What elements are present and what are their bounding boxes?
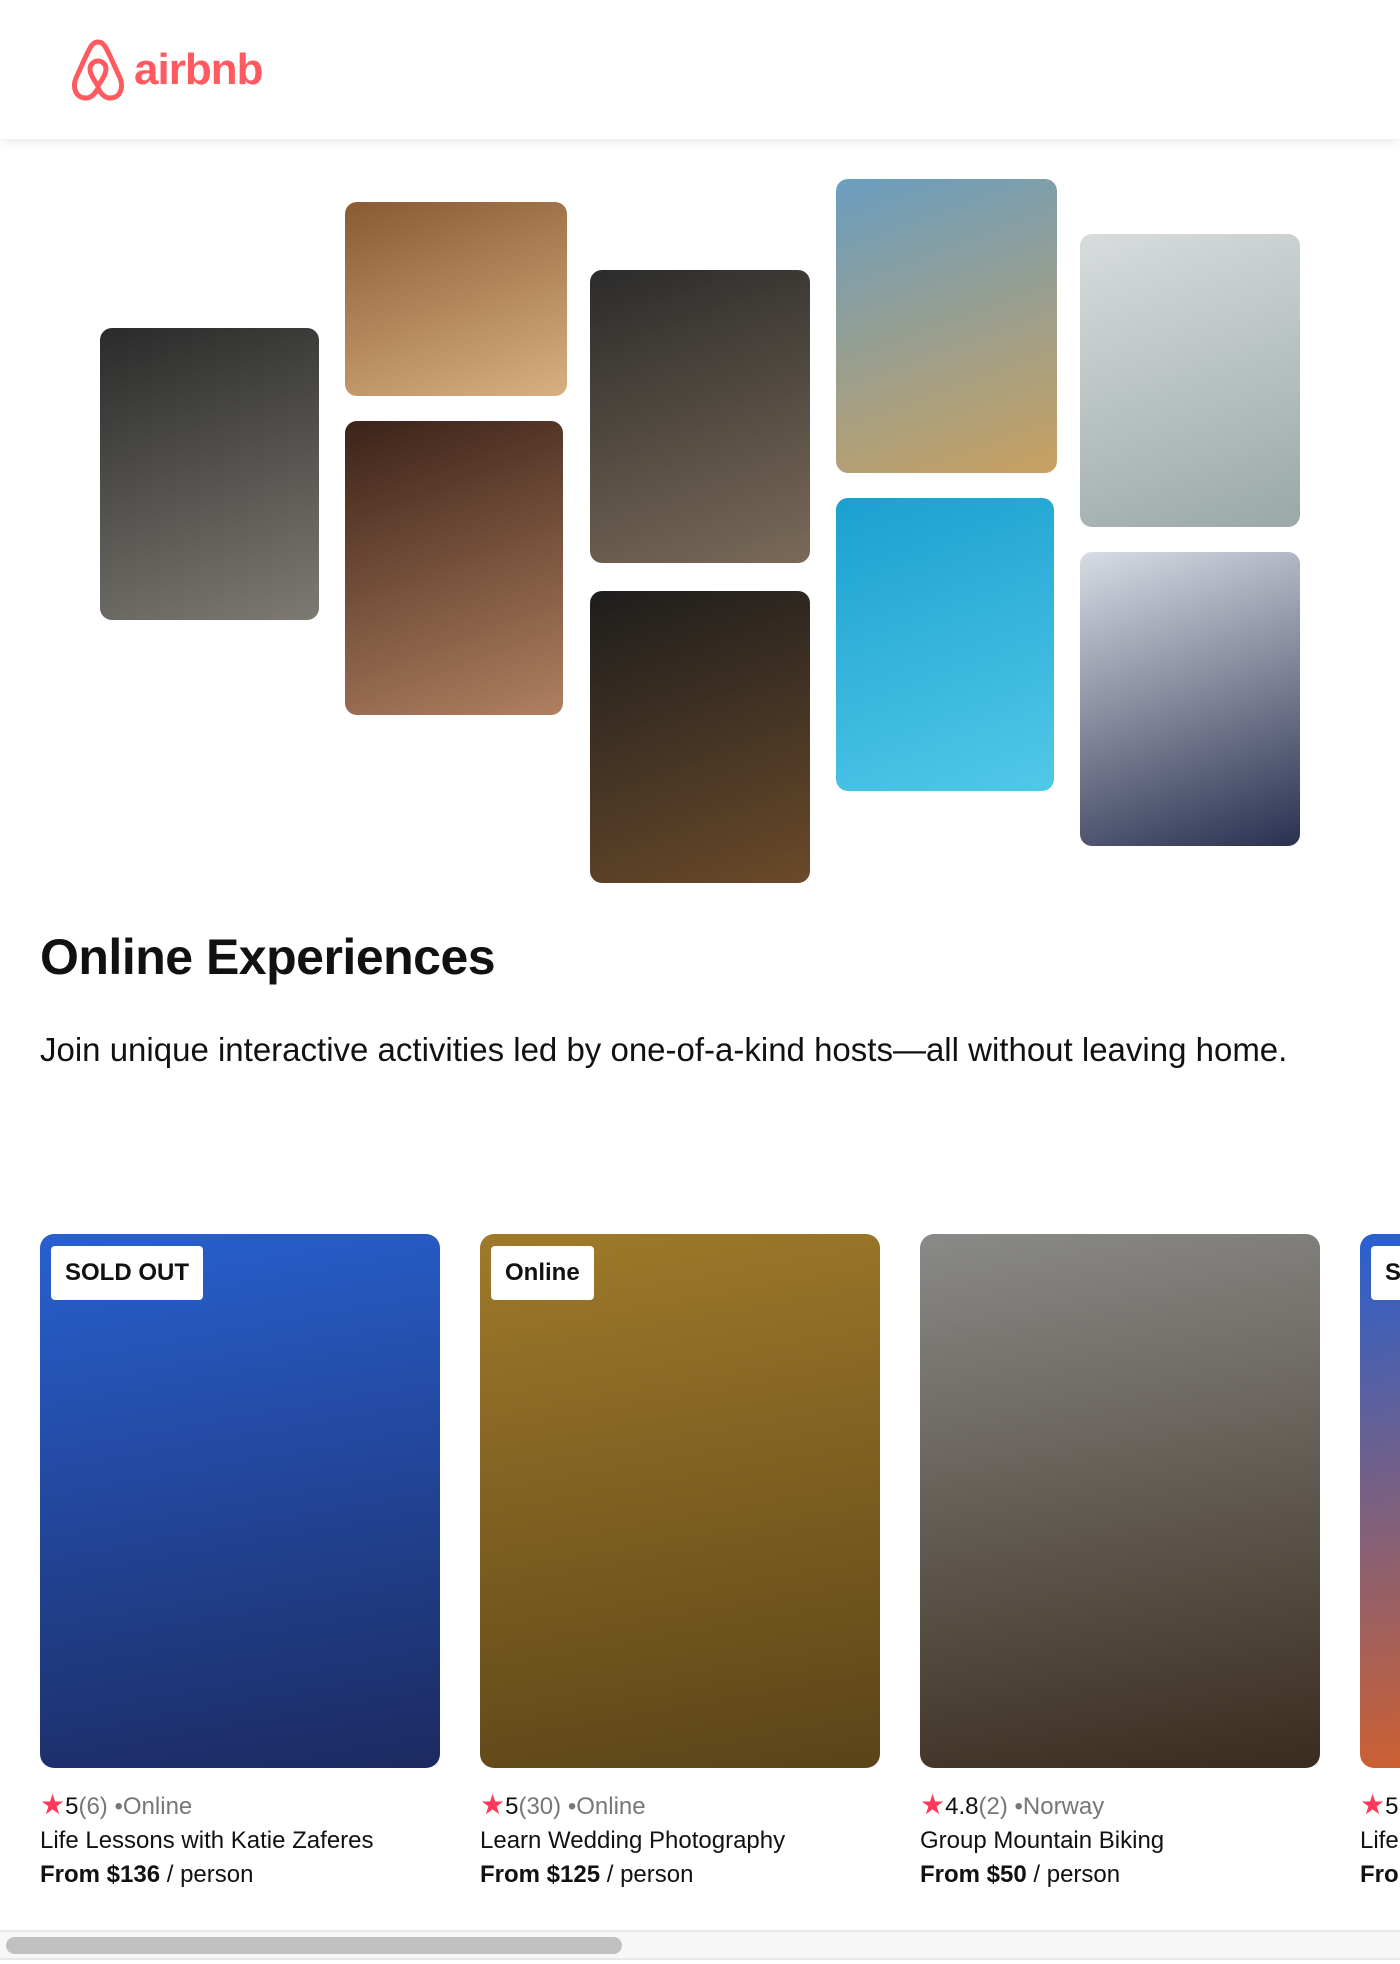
card-title[interactable]: Life (1360, 1824, 1400, 1858)
card-price-row: From $136 / person (40, 1858, 440, 1892)
card-image[interactable]: Online (480, 1234, 880, 1768)
card-reviews: (30) (518, 1793, 562, 1820)
card-reviews: (6) (78, 1793, 108, 1820)
scrollbar-thumb[interactable] (6, 1937, 622, 1954)
star-icon: ★ (920, 1789, 946, 1820)
card-price: From $50 (920, 1861, 1027, 1888)
card-image[interactable] (920, 1234, 1320, 1768)
card-price-unit: / person (1033, 1861, 1121, 1888)
hero-photo-macaron-host (345, 202, 567, 396)
section-description: Join unique interactive activities led b… (40, 1031, 1288, 1068)
card-title[interactable]: Life Lessons with Katie Zaferes (40, 1824, 440, 1858)
card-price-row: Fro (1360, 1858, 1400, 1892)
card-location: •Online (114, 1793, 193, 1820)
star-icon: ★ (1360, 1789, 1386, 1820)
card-price-row: From $50 / person (920, 1858, 1320, 1892)
star-icon: ★ (480, 1789, 506, 1820)
card-rating-row: ★5(6) •Online (40, 1788, 440, 1824)
hero-photo-singer (1080, 552, 1300, 846)
card-price-unit: / person (606, 1861, 694, 1888)
card-rating: 4.8 (945, 1793, 979, 1820)
card-rating: 5 (65, 1793, 79, 1820)
card-price-unit: / person (166, 1861, 254, 1888)
airbnb-logo[interactable]: airbnb (70, 38, 263, 102)
page-title: Online Experiences (40, 929, 496, 985)
hero-photo-guitar (590, 591, 810, 883)
hero-photo-cooking-pan (100, 328, 319, 620)
card-badge: S (1371, 1246, 1400, 1300)
card-reviews: (2) (978, 1793, 1008, 1820)
hero-photo-food-bowl (590, 270, 810, 563)
experience-card[interactable]: S ★5 Life Fro (1360, 1234, 1400, 1892)
airbnb-belo-icon (71, 39, 125, 101)
card-price-row: From $125 / person (480, 1858, 880, 1892)
card-price: From $125 (480, 1861, 601, 1888)
experience-carousel[interactable]: SOLD OUT ★5(6) •Online Life Lessons with… (0, 1234, 1400, 1924)
experience-card[interactable]: ★4.8(2) •Norway Group Mountain Biking Fr… (920, 1234, 1320, 1892)
hero-photo-swimmer (836, 498, 1054, 791)
card-image[interactable]: S (1360, 1234, 1400, 1768)
card-price: From $136 (40, 1861, 161, 1888)
card-location: •Online (567, 1793, 646, 1820)
card-rating: 5 (505, 1793, 519, 1820)
logo-text: airbnb (134, 45, 263, 94)
card-image[interactable]: SOLD OUT (40, 1234, 440, 1768)
card-badge: Online (491, 1246, 594, 1300)
card-rating-row: ★5 (1360, 1788, 1400, 1824)
hero-photo-yoga (1080, 234, 1300, 527)
card-title[interactable]: Group Mountain Biking (920, 1824, 1320, 1858)
experience-card[interactable]: SOLD OUT ★5(6) •Online Life Lessons with… (40, 1234, 440, 1892)
experience-card[interactable]: Online ★5(30) •Online Learn Wedding Phot… (480, 1234, 880, 1892)
horizontal-scrollbar[interactable] (0, 1930, 1400, 1960)
card-badge: SOLD OUT (51, 1246, 203, 1300)
card-location: •Norway (1014, 1793, 1105, 1820)
card-rating: 5 (1385, 1793, 1399, 1820)
star-icon: ★ (40, 1789, 66, 1820)
card-price: Fro (1360, 1861, 1399, 1888)
hero-photo-piano-singer (836, 179, 1057, 473)
hero-photo-dancer-doorway (345, 421, 563, 715)
card-rating-row: ★5(30) •Online (480, 1788, 880, 1824)
card-title[interactable]: Learn Wedding Photography (480, 1824, 880, 1858)
header: airbnb (0, 0, 1400, 139)
card-rating-row: ★4.8(2) •Norway (920, 1788, 1320, 1824)
